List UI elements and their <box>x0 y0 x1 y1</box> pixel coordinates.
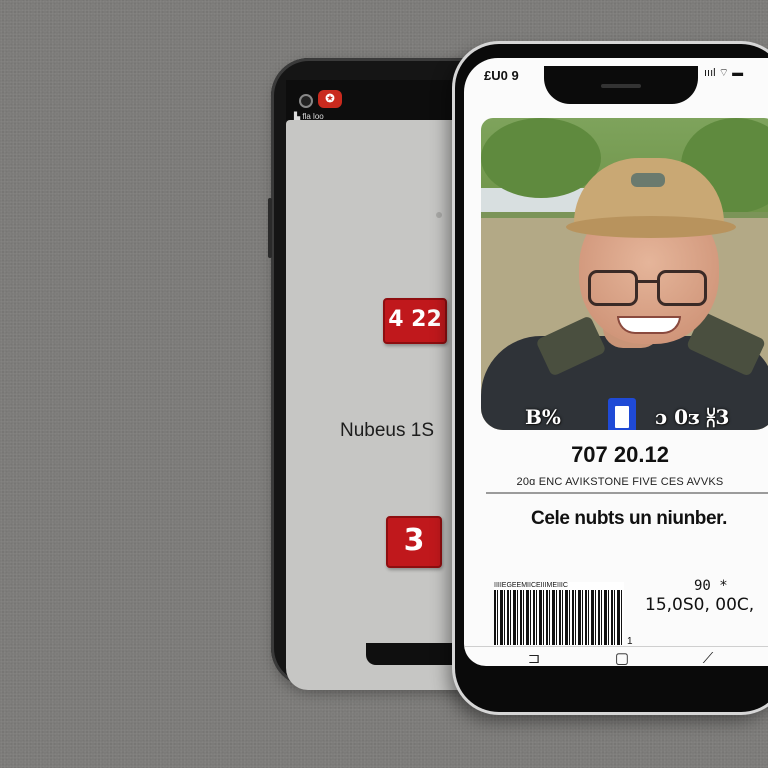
barcode-small-label: 90 * <box>694 578 728 594</box>
photo-text-left: B% <box>525 405 561 429</box>
home-button[interactable]: ▢ <box>614 651 630 667</box>
side-button[interactable] <box>268 198 272 258</box>
tree <box>481 118 601 198</box>
recent-apps-button[interactable]: ⟋ <box>700 651 716 667</box>
caption: Cele nubts un niunber. <box>531 508 727 529</box>
glasses-right <box>657 270 707 306</box>
camera-icon <box>299 94 313 108</box>
subtitle-text: 20ɑ ENC AVIKSTONE FIVE CES AVVKS <box>516 476 724 488</box>
back-button[interactable]: ⊐ <box>526 651 542 667</box>
front-phone: £U0 9 ıııl ⌔ ▬ B% ɔ 0ᴣ ⩈3 707 20.12 20ɑ … <box>455 44 768 712</box>
status-time: £U0 9 <box>484 68 519 83</box>
badge-top[interactable]: 4 22 <box>383 298 447 344</box>
status-icons: ıııl ⌔ ▬ <box>704 67 744 79</box>
notch <box>544 66 698 104</box>
divider <box>486 492 768 494</box>
navigation-bar: ⊐ ▢ ⟋ <box>464 646 768 666</box>
cap-patch <box>631 173 665 187</box>
indicator-dot <box>436 212 442 218</box>
back-phone-label: Nubeus 1S <box>340 420 435 441</box>
barcode-header: IIIIEGEEMIICEIIIMEIIIC <box>494 582 624 590</box>
barcode-number: 15,0S0, 00C, <box>645 595 755 615</box>
id-badge-card <box>615 406 629 428</box>
barcode <box>494 583 624 645</box>
glasses-bridge <box>636 280 658 283</box>
speaker-icon <box>601 84 641 88</box>
smile <box>617 316 681 334</box>
badge-bottom[interactable]: 3 <box>386 516 442 568</box>
app-icon[interactable]: ✪ <box>318 90 342 108</box>
front-phone-screen: £U0 9 ıııl ⌔ ▬ B% ɔ 0ᴣ ⩈3 707 20.12 20ɑ … <box>464 58 768 666</box>
glasses-left <box>588 270 638 306</box>
profile-photo: B% ɔ 0ᴣ ⩈3 <box>481 118 768 430</box>
id-number: 707 20.12 <box>571 442 669 467</box>
photo-text-right: ɔ 0ᴣ ⩈3 <box>655 405 730 429</box>
cap-brim <box>566 216 736 238</box>
id-badge-icon <box>608 398 636 430</box>
